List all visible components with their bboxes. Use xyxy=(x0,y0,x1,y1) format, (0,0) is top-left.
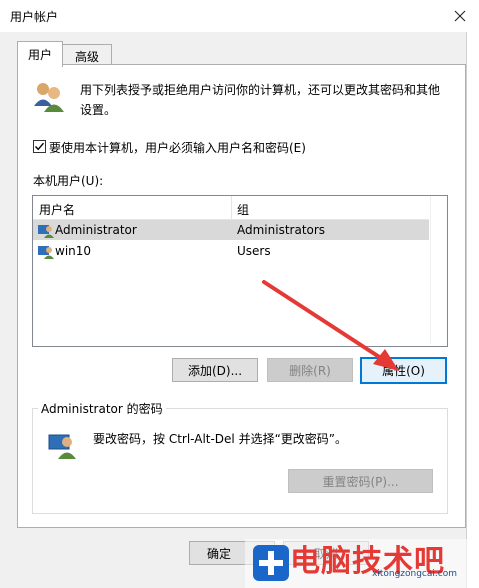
column-username[interactable]: 用户名 xyxy=(39,201,75,218)
row-group: Users xyxy=(237,244,271,258)
password-group-title: Administrator 的密码 xyxy=(38,400,166,417)
window-title: 用户帐户 xyxy=(10,10,59,24)
users-list-label: 本机用户(U): xyxy=(33,174,104,188)
table-row[interactable]: win10 Users xyxy=(33,241,429,261)
row-username: win10 xyxy=(55,244,92,258)
background-window-edge xyxy=(466,32,479,588)
reset-password-button[interactable]: 重置密码(P)... xyxy=(288,469,433,493)
watermark-url: xitongzongcai.com xyxy=(372,569,457,579)
row-username: Administrator xyxy=(55,223,137,237)
users-table[interactable]: 用户名 组 Administrator Administrators win10… xyxy=(32,195,448,347)
column-group[interactable]: 组 xyxy=(237,201,249,218)
users-icon xyxy=(34,83,64,112)
checkmark-icon xyxy=(34,142,45,151)
close-button[interactable] xyxy=(440,0,479,32)
table-scrollbar[interactable] xyxy=(430,196,447,344)
password-groupbox xyxy=(32,408,448,514)
tab-users[interactable]: 用户 xyxy=(17,41,63,67)
user-group-icon xyxy=(38,246,54,259)
properties-button[interactable]: 属性(O) xyxy=(360,357,447,384)
add-user-button[interactable]: 添加(D)... xyxy=(172,358,258,382)
remove-user-button[interactable]: 删除(R) xyxy=(267,358,353,382)
column-divider[interactable] xyxy=(231,196,232,219)
require-login-label[interactable]: 要使用本计算机，用户必须输入用户名和密码(E) xyxy=(49,139,306,156)
require-login-checkbox[interactable] xyxy=(33,140,46,153)
title-bar: 用户帐户 xyxy=(0,0,479,32)
ok-label: 确定 xyxy=(206,546,231,561)
row-group: Administrators xyxy=(237,223,326,237)
close-icon xyxy=(454,10,465,22)
table-header: 用户名 组 xyxy=(33,196,429,220)
user-icon xyxy=(48,434,76,459)
password-hint-text: 要改密码，按 Ctrl-Alt-Del 并选择“更改密码”。 xyxy=(93,432,348,446)
description-text: 用下列表授予或拒绝用户访问你的计算机，还可以更改其密码和其他设置。 xyxy=(80,83,441,117)
table-row[interactable]: Administrator Administrators xyxy=(33,220,429,240)
user-group-icon xyxy=(38,225,54,238)
